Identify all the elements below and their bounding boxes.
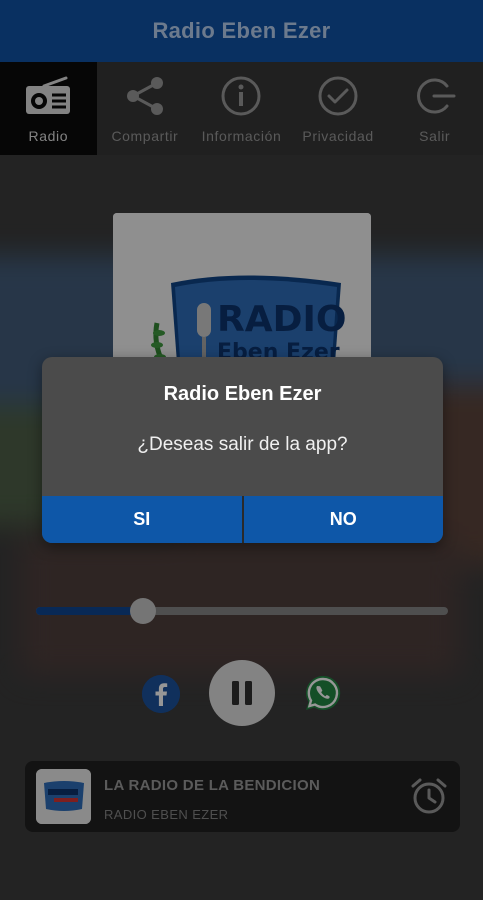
- dialog-message: ¿Deseas salir de la app?: [137, 434, 348, 455]
- dialog-yes-button[interactable]: SI: [42, 496, 242, 543]
- dialog-buttons: SI NO: [42, 496, 443, 543]
- exit-dialog: Radio Eben Ezer ¿Deseas salir de la app?…: [42, 357, 443, 543]
- dialog-no-button[interactable]: NO: [241, 496, 443, 543]
- dialog-title: Radio Eben Ezer: [163, 383, 322, 405]
- app-root: Radio Eben Ezer Radio Compartir Informac…: [0, 0, 483, 900]
